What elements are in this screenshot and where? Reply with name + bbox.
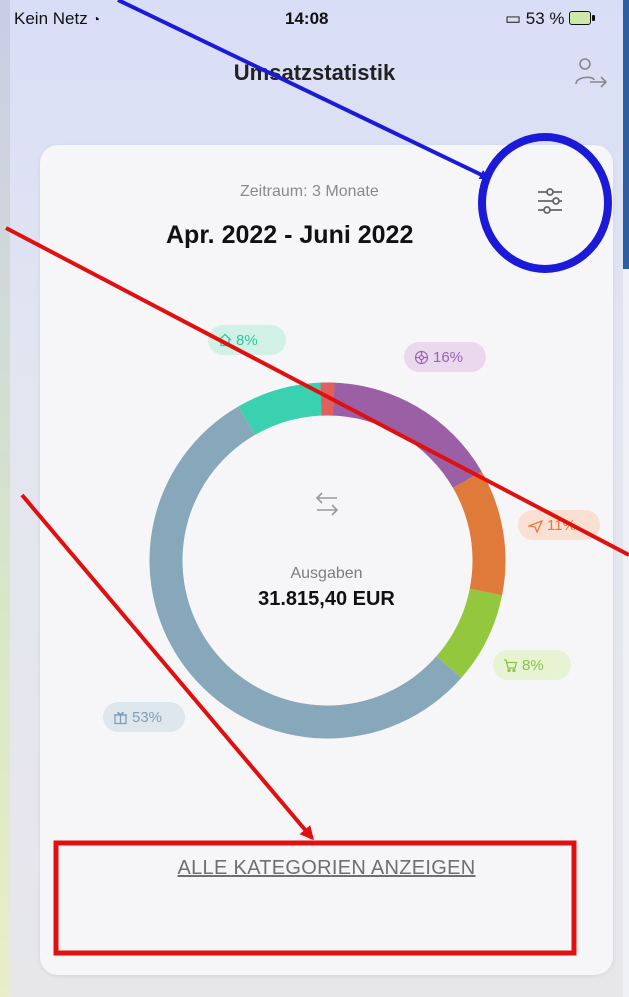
period-label: Zeitraum: 3 Monate	[240, 183, 379, 200]
page-title: Umsatzstatistik	[233, 60, 396, 85]
donut-segment-small[interactable]	[320, 382, 335, 416]
category-pill-travel[interactable]: 11%	[518, 510, 600, 540]
travel-icon	[528, 519, 543, 533]
chart-center-label: Ausgaben	[290, 565, 363, 582]
battery-status: ▭ 53 %	[505, 9, 595, 29]
carrier-label: Kein Netz ◔	[14, 9, 101, 28]
category-pill-entertainment[interactable]: 16%	[404, 342, 486, 372]
category-pill-shopping[interactable]: 8%	[493, 650, 571, 680]
status-bar: Kein Netz ◔ 14:08 ▭ 53 %	[0, 0, 629, 36]
period-range: Apr. 2022 - Juni 2022	[166, 221, 414, 249]
show-all-categories-button[interactable]: ALLE KATEGORIEN ANZEIGEN	[0, 857, 629, 880]
category-percent: 8%	[522, 656, 544, 674]
clock: 14:08	[285, 9, 329, 28]
category-percent: 8%	[236, 331, 258, 349]
screen-mirroring-icon: ▭	[505, 9, 522, 28]
left-background-strip	[0, 0, 10, 997]
donut-segment-entertainment[interactable]	[327, 382, 482, 489]
chart-center-amount: 31.815,40 EUR	[258, 588, 395, 610]
expense-donut-chart[interactable]	[145, 378, 510, 743]
donut-segment-home[interactable]	[238, 382, 328, 435]
entertainment-icon	[414, 350, 429, 364]
swap-arrows-icon[interactable]	[309, 486, 345, 522]
category-percent: 16%	[433, 348, 464, 366]
home-icon	[218, 333, 232, 347]
cart-icon	[504, 658, 518, 672]
category-pill-home[interactable]: 8%	[208, 325, 286, 355]
filter-settings-icon[interactable]	[530, 181, 570, 221]
gift-icon	[114, 711, 127, 724]
category-pill-gift[interactable]: 53%	[103, 702, 185, 732]
logout-icon[interactable]	[572, 54, 612, 94]
right-background-strip	[623, 0, 629, 997]
battery-icon	[568, 11, 595, 25]
category-percent: 53%	[132, 708, 163, 726]
wifi-icon: ◔	[91, 11, 101, 27]
category-percent: 11%	[547, 516, 576, 534]
